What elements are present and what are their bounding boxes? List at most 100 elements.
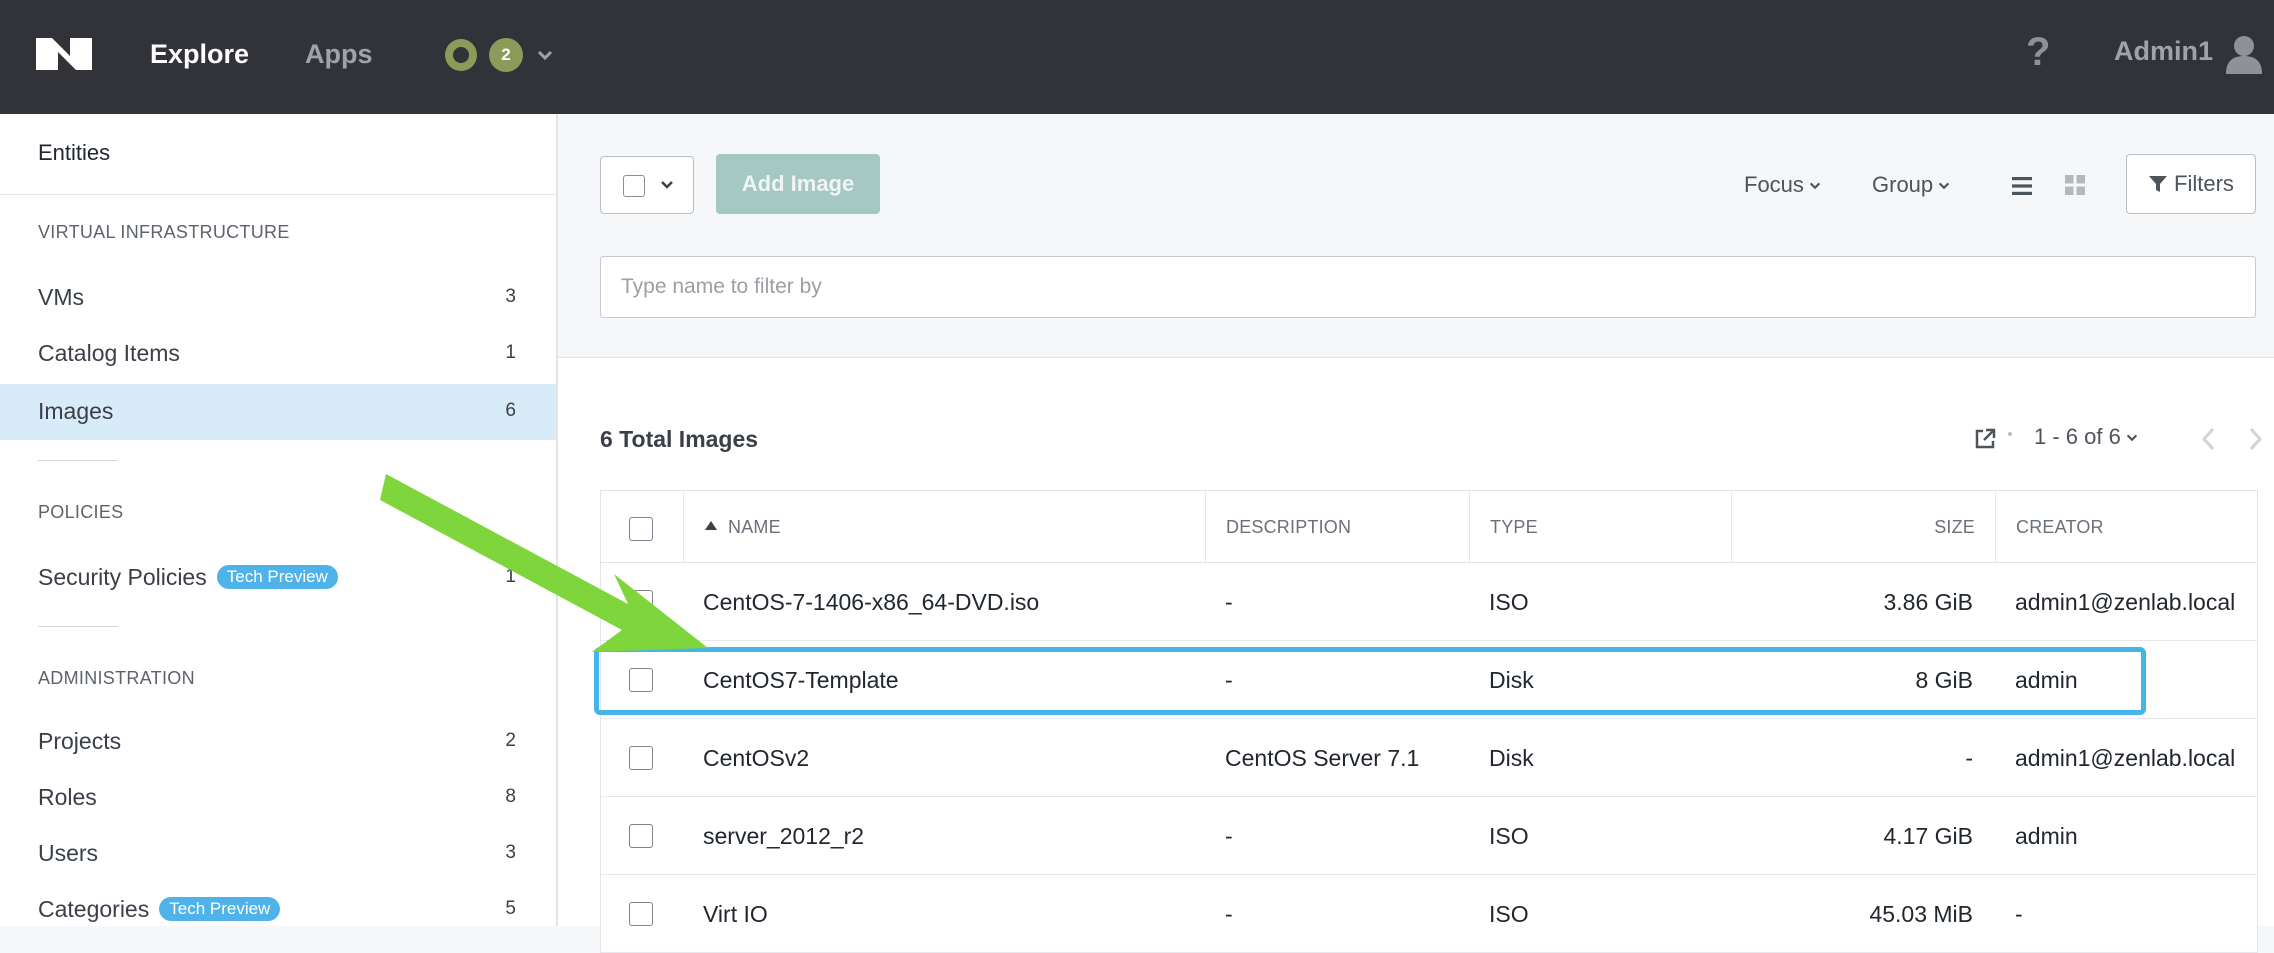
sidebar-item-count: 3 (505, 286, 516, 307)
cell-type: ISO (1489, 589, 1529, 615)
chevron-down-icon (2126, 434, 2137, 442)
divider (38, 626, 118, 627)
bulk-select-dropdown[interactable] (600, 156, 694, 214)
sidebar-item-count: 3 (505, 842, 516, 863)
column-header-size[interactable]: SIZE (1731, 491, 1995, 563)
cell-size: 3.86 GiB (1883, 589, 1974, 615)
column-header-creator[interactable]: CREATOR (1995, 491, 2259, 563)
cell-type: ISO (1489, 901, 1529, 927)
sort-ascending-icon (705, 521, 717, 530)
column-header-type[interactable]: TYPE (1469, 491, 1731, 563)
images-table: NAME DESCRIPTION TYPE SIZE CREATOR CentO… (600, 490, 2258, 953)
name-filter-input[interactable] (600, 256, 2256, 318)
section-label-policies: POLICIES (38, 502, 124, 522)
alerts-status-dropdown[interactable]: 2 (445, 38, 555, 72)
sidebar-item-label: Images (38, 398, 114, 424)
top-bar: Explore Apps 2 ? Admin1 (0, 0, 2274, 114)
group-label: Group (1872, 172, 1934, 197)
table-row[interactable]: CentOS-7-1406-x86_64-DVD.iso - ISO 3.86 … (601, 563, 2257, 641)
section-label-virtual-infrastructure: VIRTUAL INFRASTRUCTURE (38, 222, 290, 242)
column-header-description[interactable]: DESCRIPTION (1205, 491, 1469, 563)
sidebar-item-label: Users (38, 840, 99, 866)
user-avatar-icon[interactable] (2226, 34, 2262, 74)
sidebar: Entities VIRTUAL INFRASTRUCTURE VMs 3 Ca… (0, 114, 558, 926)
row-checkbox[interactable] (629, 746, 653, 770)
cell-description: - (1225, 901, 1233, 927)
pagination-label: 1 - 6 of 6 (2034, 424, 2121, 449)
row-checkbox[interactable] (629, 590, 653, 614)
sidebar-item-catalog-items[interactable]: Catalog Items 1 (0, 326, 556, 382)
column-header-name[interactable]: NAME (683, 491, 1205, 563)
table-row[interactable]: CentOSv2 CentOS Server 7.1 Disk - admin1… (601, 719, 2257, 797)
cell-creator: admin (2015, 667, 2078, 693)
table-row[interactable]: CentOS7-Template - Disk 8 GiB admin (601, 641, 2257, 719)
sidebar-item-label-group: Categories Tech Preview (38, 896, 281, 923)
group-dropdown[interactable]: Group (1872, 172, 1951, 198)
focus-label: Focus (1744, 172, 1804, 197)
pagination-dropdown[interactable]: 1 - 6 of 6 (2034, 424, 2139, 450)
list-view-icon[interactable] (2010, 174, 2034, 198)
sidebar-item-projects[interactable]: Projects 2 (0, 714, 556, 770)
nutanix-logo-icon[interactable] (36, 38, 92, 70)
cell-type: Disk (1489, 667, 1534, 693)
column-header-label: NAME (728, 517, 781, 537)
sidebar-item-security-policies[interactable]: Security Policies Tech Preview 1 (0, 550, 556, 606)
sidebar-item-count: 2 (505, 730, 516, 751)
table-row[interactable]: Virt IO - ISO 45.03 MiB - (601, 875, 2257, 953)
help-icon[interactable]: ? (2026, 30, 2050, 75)
cell-type: ISO (1489, 823, 1529, 849)
chevron-right-icon[interactable] (2244, 426, 2266, 452)
tech-preview-badge: Tech Preview (216, 565, 338, 589)
sidebar-item-label: Categories (38, 896, 150, 922)
toolbar: Add Image Focus Group Filters (558, 114, 2274, 358)
table-row[interactable]: server_2012_r2 - ISO 4.17 GiB admin (601, 797, 2257, 875)
cell-creator: - (2015, 901, 2023, 927)
focus-dropdown[interactable]: Focus (1744, 172, 1822, 198)
sidebar-item-label: Roles (38, 784, 97, 810)
nav-explore[interactable]: Explore (150, 36, 249, 72)
cell-creator: admin1@zenlab.local (2015, 589, 2236, 615)
select-all-rows-checkbox[interactable] (629, 517, 653, 541)
filters-button[interactable]: Filters (2126, 154, 2256, 214)
cell-name[interactable]: server_2012_r2 (703, 797, 864, 875)
filter-icon (2149, 176, 2168, 192)
cell-creator: admin1@zenlab.local (2015, 745, 2236, 771)
sidebar-title: Entities (38, 140, 111, 165)
chevron-down-icon (661, 181, 673, 189)
chevron-down-icon (1939, 182, 1950, 190)
sidebar-item-roles[interactable]: Roles 8 (0, 770, 556, 826)
sidebar-item-categories[interactable]: Categories Tech Preview 5 (0, 882, 556, 938)
cell-size: 8 GiB (1915, 667, 1973, 693)
divider (38, 460, 118, 461)
table-header: NAME DESCRIPTION TYPE SIZE CREATOR (601, 491, 2257, 563)
cell-description: CentOS Server 7.1 (1225, 745, 1420, 771)
cell-name[interactable]: CentOS7-Template (703, 641, 899, 719)
sidebar-item-users[interactable]: Users 3 (0, 826, 556, 882)
cell-name[interactable]: CentOSv2 (703, 719, 809, 797)
separator-dot (2008, 432, 2012, 436)
cell-type: Disk (1489, 745, 1534, 771)
add-image-button[interactable]: Add Image (716, 154, 880, 214)
chevron-left-icon[interactable] (2198, 426, 2220, 452)
cell-name[interactable]: CentOS-7-1406-x86_64-DVD.iso (703, 563, 1039, 641)
health-status-icon (445, 39, 477, 71)
grid-view-icon[interactable] (2064, 174, 2086, 196)
tech-preview-badge: Tech Preview (159, 897, 281, 921)
divider (0, 194, 556, 195)
alerts-count-badge: 2 (489, 38, 523, 72)
export-icon[interactable] (1974, 428, 1996, 450)
select-all-checkbox[interactable] (623, 175, 645, 197)
row-checkbox[interactable] (629, 824, 653, 848)
cell-name[interactable]: Virt IO (703, 875, 768, 953)
sidebar-item-count: 1 (505, 566, 516, 587)
row-checkbox[interactable] (629, 902, 653, 926)
row-checkbox[interactable] (629, 668, 653, 692)
user-menu[interactable]: Admin1 (2114, 36, 2213, 67)
chevron-down-icon (537, 50, 553, 61)
nav-apps[interactable]: Apps (305, 36, 373, 72)
cell-description: - (1225, 589, 1233, 615)
sidebar-item-images[interactable]: Images 6 (0, 384, 556, 440)
sidebar-item-vms[interactable]: VMs 3 (0, 270, 556, 326)
section-label-administration: ADMINISTRATION (38, 668, 195, 688)
sidebar-item-count: 1 (505, 342, 516, 363)
